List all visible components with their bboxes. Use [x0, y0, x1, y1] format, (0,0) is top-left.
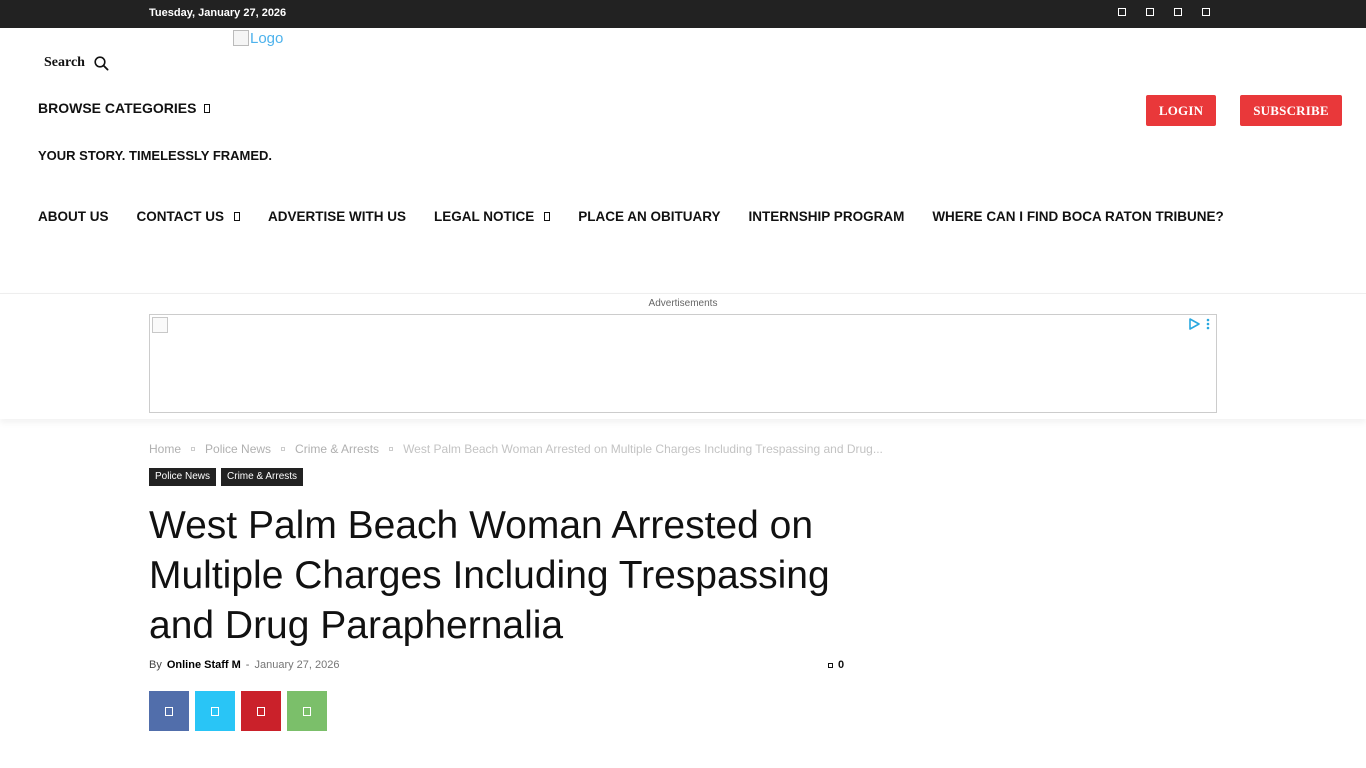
twitter-icon [211, 706, 219, 716]
chevron-down-icon [204, 103, 211, 113]
nav-item-legal-notice[interactable]: LEGAL NOTICE [434, 209, 551, 224]
subscribe-button[interactable]: SUBSCRIBE [1240, 95, 1342, 126]
nav-item-label: CONTACT US [136, 209, 225, 224]
comment-count: 0 [838, 659, 845, 671]
whatsapp-share-button[interactable] [287, 691, 327, 731]
ad-banner[interactable] [149, 314, 1217, 413]
logo-alt-text: Logo [250, 30, 284, 47]
ad-choices-icon [1189, 318, 1200, 330]
main-navigation: ABOUT US CONTACT US ADVERTISE WITH US LE… [38, 209, 1224, 224]
category-tag-crime-arrests[interactable]: Crime & Arrests [221, 468, 304, 486]
nav-item-advertise-with-us[interactable]: ADVERTISE WITH US [268, 209, 406, 224]
facebook-share-button[interactable] [149, 691, 189, 731]
advertisements-label: Advertisements [648, 298, 718, 309]
article-meta: By Online Staff M - January 27, 2026 [149, 659, 339, 671]
pinterest-share-button[interactable] [241, 691, 281, 731]
breadcrumb-police-news[interactable]: Police News [205, 442, 271, 456]
meta-separator: - [245, 659, 250, 671]
article-title: West Palm Beach Woman Arrested on Multip… [149, 504, 830, 647]
comment-icon [828, 662, 833, 668]
publish-date: January 27, 2026 [254, 659, 340, 671]
comments-link[interactable]: 0 [828, 659, 844, 671]
nav-item-label: ADVERTISE WITH US [268, 209, 407, 224]
breadcrumb-crime-arrests[interactable]: Crime & Arrests [295, 442, 379, 456]
site-tagline: YOUR STORY. TIMELESSLY FRAMED. [38, 148, 273, 163]
browse-categories-menu[interactable]: BROWSE CATEGORIES [38, 100, 211, 116]
nav-item-label: PLACE AN OBITUARY [578, 209, 721, 224]
nav-item-internship-program[interactable]: INTERNSHIP PROGRAM [749, 209, 905, 224]
author-link[interactable]: Online Staff M [167, 659, 241, 671]
broken-image-icon [152, 317, 168, 333]
article-category-tags: Police News Crime & Arrests [149, 468, 304, 486]
youtube-icon[interactable] [1202, 8, 1210, 16]
nav-item-place-an-obituary[interactable]: PLACE AN OBITUARY [578, 209, 720, 224]
whatsapp-icon [303, 706, 311, 716]
breadcrumb-separator-icon [389, 447, 394, 451]
breadcrumb-current: West Palm Beach Woman Arrested on Multip… [403, 442, 883, 456]
nav-item-label: INTERNSHIP PROGRAM [748, 209, 905, 224]
chevron-down-icon [544, 212, 551, 221]
top-bar-social-links [1118, 8, 1210, 16]
pinterest-icon [257, 706, 265, 716]
nav-item-contact-us[interactable]: CONTACT US [136, 209, 240, 224]
browse-categories-label: BROWSE CATEGORIES [38, 100, 197, 116]
category-tag-police-news[interactable]: Police News [149, 468, 217, 486]
more-options-icon [1206, 318, 1210, 330]
breadcrumb-separator-icon [281, 447, 286, 451]
search-button[interactable]: Search [44, 55, 109, 71]
nav-item-where-can-i-find[interactable]: WHERE CAN I FIND BOCA RATON TRIBUNE? [932, 209, 1224, 224]
nav-item-about-us[interactable]: ABOUT US [38, 209, 109, 224]
broken-image-icon [233, 30, 249, 46]
facebook-icon[interactable] [1118, 8, 1126, 16]
site-logo[interactable]: Logo [233, 29, 283, 49]
breadcrumb-separator-icon [191, 447, 196, 451]
advertisement-zone: Advertisements [0, 293, 1366, 419]
top-bar-date: Tuesday, January 27, 2026 [149, 7, 287, 19]
breadcrumb-home[interactable]: Home [149, 442, 181, 456]
search-label: Search [44, 55, 85, 70]
breadcrumb: Home Police News Crime & Arrests West Pa… [149, 442, 883, 456]
top-bar: Tuesday, January 27, 2026 [0, 0, 1366, 28]
share-buttons [149, 691, 327, 731]
nav-item-label: ABOUT US [38, 209, 109, 224]
login-button[interactable]: LOGIN [1146, 95, 1216, 126]
nav-item-label: WHERE CAN I FIND BOCA RATON TRIBUNE? [932, 209, 1224, 224]
facebook-icon [165, 706, 173, 716]
nav-item-label: LEGAL NOTICE [434, 209, 535, 224]
byline-label: By [149, 659, 162, 671]
instagram-icon[interactable] [1146, 8, 1154, 16]
search-icon [94, 55, 109, 71]
twitter-share-button[interactable] [195, 691, 235, 731]
twitter-icon[interactable] [1174, 8, 1182, 16]
chevron-down-icon [234, 212, 240, 221]
ad-choices[interactable] [1188, 318, 1210, 330]
